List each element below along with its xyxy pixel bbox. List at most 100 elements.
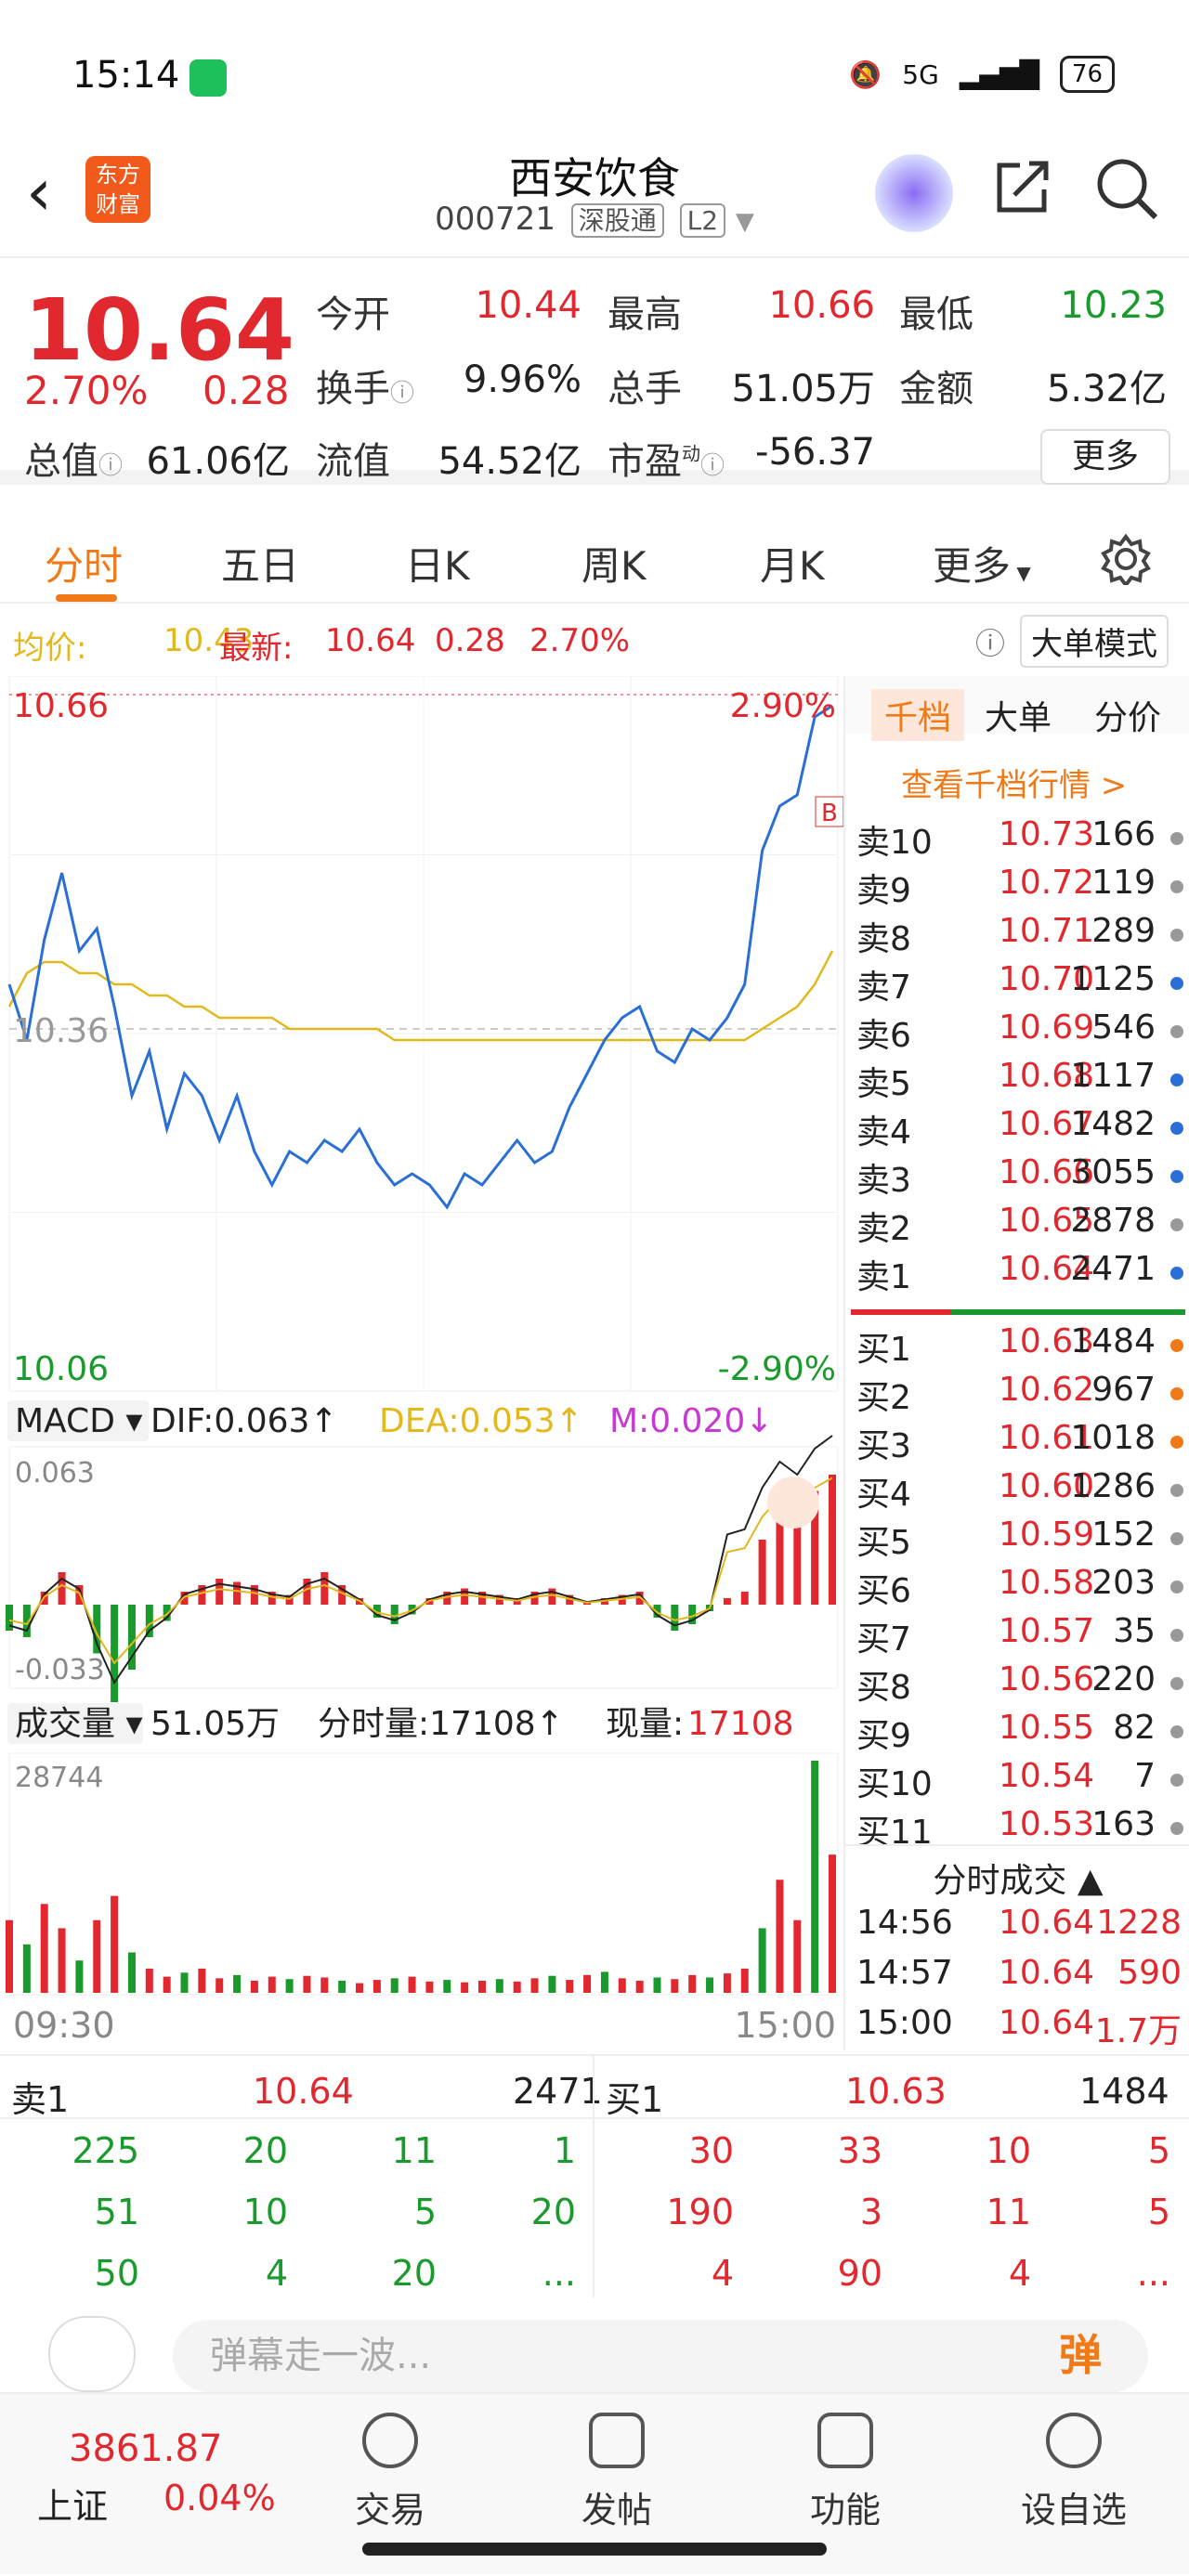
index-widget[interactable]: 3861.87 上证 0.04% (0, 2394, 276, 2576)
dropdown-triangle-icon[interactable]: ▼ (736, 208, 754, 236)
sell-row[interactable]: 卖3 10.66 3055 (851, 1153, 1189, 1202)
float-label: 流值 (316, 440, 390, 483)
buy-level: 买7 (856, 1620, 911, 1659)
help-icon[interactable]: ⓘ (975, 620, 1005, 663)
bb-buy-cell: 33 (837, 2130, 882, 2171)
ticks-title[interactable]: 分时成交 ▲ (845, 1844, 1189, 1900)
buy-row[interactable]: 买5 10.59 152 (851, 1516, 1189, 1564)
footer-add-watch[interactable]: 设自选 (990, 2403, 1157, 2532)
bb-sell-cell: ... (542, 2253, 576, 2294)
buy-row[interactable]: 买8 10.56 220 (851, 1660, 1189, 1709)
volume-bar (653, 1977, 661, 1993)
tab-monthly-k[interactable]: 月K (760, 535, 825, 592)
buy-row[interactable]: 买10 10.54 7 (851, 1757, 1189, 1805)
volume-bar (758, 1928, 766, 1993)
danmu-input[interactable]: 弹幕走一波... (173, 2320, 1148, 2392)
share-icon[interactable] (992, 156, 1053, 217)
index-name: 上证 (37, 2486, 109, 2527)
tab-qiandang[interactable]: 千档 (871, 689, 965, 741)
sell-row[interactable]: 卖5 10.68 1117 (851, 1057, 1189, 1105)
volume-bar (127, 1952, 136, 1993)
buy-level: 买2 (856, 1379, 911, 1417)
buy-row[interactable]: 买6 10.58 203 (851, 1564, 1189, 1612)
tab-weekly-k[interactable]: 周K (581, 535, 647, 592)
footer-functions[interactable]: 功能 (762, 2403, 929, 2532)
sell-row[interactable]: 卖8 10.71 289 (851, 912, 1189, 960)
volume-bar (425, 1981, 434, 1993)
sell-row[interactable]: 卖9 10.72 119 (851, 864, 1189, 912)
tick-volume: 590 (1117, 1954, 1182, 1992)
tab-five-day[interactable]: 五日 (221, 535, 299, 592)
open-value: 10.44 (475, 284, 581, 327)
danmu-settings-icon[interactable] (48, 2316, 136, 2392)
bb-buy-cell: ... (1136, 2253, 1170, 2294)
buy-row[interactable]: 买3 10.61 1018 (851, 1419, 1189, 1467)
expand-icon[interactable] (767, 1477, 819, 1529)
home-indicator (362, 2543, 827, 2556)
buy-row[interactable]: 买9 10.55 82 (851, 1709, 1189, 1757)
tab-daily-k[interactable]: 日K (405, 535, 470, 592)
intraday-charts-svg[interactable]: 10.66 10.36 10.06 2.90% -2.90% B MACD ▾ DIF:0.0… (0, 676, 843, 2050)
bb-buy-cell: 3 (859, 2192, 882, 2232)
mktcap-label[interactable]: 总值ⓘ (24, 431, 123, 485)
view-qiandang-link[interactable]: 查看千档行情 > (901, 760, 1127, 805)
sell-row[interactable]: 卖7 10.70 1125 (851, 960, 1189, 1008)
footer-trade[interactable]: 交易 (307, 2403, 474, 2532)
buy-row[interactable]: 买7 10.57 35 (851, 1612, 1189, 1660)
bb-buy-cell: 190 (666, 2192, 734, 2232)
bb-sell-cell: 225 (72, 2130, 139, 2171)
footer-post[interactable]: 发帖 (533, 2403, 700, 2532)
sell-row[interactable]: 卖10 10.73 166 (851, 815, 1189, 864)
change-value: 0.28 (203, 368, 290, 413)
order-book-panel: 千档 大单 分价 查看千档行情 > 卖10 10.73 166 卖9 10.72 119 卖… (843, 676, 1189, 2050)
sell-row[interactable]: 卖1 10.64 2471 (851, 1250, 1189, 1298)
avg-label: 均价: (13, 630, 87, 667)
assistant-robot-icon[interactable] (875, 154, 953, 232)
bb-sell-price: 10.64 (253, 2071, 354, 2112)
sell-row[interactable]: 卖2 10.65 2878 (851, 1202, 1189, 1250)
danmu-send-button[interactable]: 弹 (1059, 2322, 1102, 2383)
macd-m: M:0.020↓ (609, 1402, 773, 1440)
quote-panel: 10.64 2.70% 0.28 今开 10.44 最高 10.66 最低 10… (0, 262, 1189, 485)
buy-level: 买6 (856, 1572, 911, 1610)
battery-level: 76 (1059, 56, 1115, 93)
sell-price: 10.73 (998, 815, 1094, 853)
big-order-mode-button[interactable]: 大单模式 (1020, 615, 1169, 668)
last-price: 10.64 (24, 280, 295, 380)
tab-intraday[interactable]: 分时 (45, 535, 123, 592)
volume-bar (635, 1980, 644, 1993)
tab-price-dist[interactable]: 分价 (1094, 691, 1161, 739)
more-button[interactable]: 更多 (1040, 429, 1170, 485)
sell-row[interactable]: 卖6 10.69 546 (851, 1008, 1189, 1057)
price-line (7, 704, 833, 1210)
volume-bar (811, 1761, 819, 1993)
danmu-bar: 弹幕走一波... 弹 (0, 2303, 1189, 2392)
tab-big-orders[interactable]: 大单 (985, 691, 1052, 739)
turnover-value: 9.96% (463, 358, 581, 401)
bb-sell-cell: 4 (265, 2253, 288, 2294)
pct-bottom-label: -2.90% (718, 1350, 836, 1388)
status-time: 15:14 (72, 54, 180, 97)
tick-price: 10.64 (998, 2004, 1094, 2042)
sell-row[interactable]: 卖4 10.67 1482 (851, 1105, 1189, 1153)
buy-level: 买1 (856, 1331, 911, 1369)
buy-row[interactable]: 买4 10.60 1286 (851, 1467, 1189, 1516)
pct-top-label: 2.90% (730, 687, 836, 725)
buy-volume: 220 (1091, 1660, 1156, 1698)
buy-volume: 152 (1091, 1516, 1156, 1554)
sell-level: 卖6 (856, 1017, 911, 1055)
pe-label[interactable]: 市盈动ⓘ (608, 431, 725, 485)
buy-row[interactable]: 买2 10.62 967 (851, 1371, 1189, 1419)
tab-more[interactable]: 更多 ▼ (933, 535, 1031, 592)
macd-bar (216, 1579, 224, 1605)
search-icon[interactable] (1094, 156, 1159, 221)
buy-volume: 203 (1091, 1564, 1156, 1602)
bb-sell-cell: 20 (530, 2192, 576, 2232)
level-tag[interactable]: L2 (679, 203, 726, 238)
turnover-label[interactable]: 换手ⓘ (316, 358, 414, 412)
buy-volume: 1018 (1070, 1419, 1156, 1457)
buy-row[interactable]: 买1 10.63 1484 (851, 1322, 1189, 1371)
volume-bar (216, 1978, 224, 1993)
bb-mid-divider (593, 2056, 594, 2297)
settings-gear-icon[interactable] (1100, 533, 1152, 585)
